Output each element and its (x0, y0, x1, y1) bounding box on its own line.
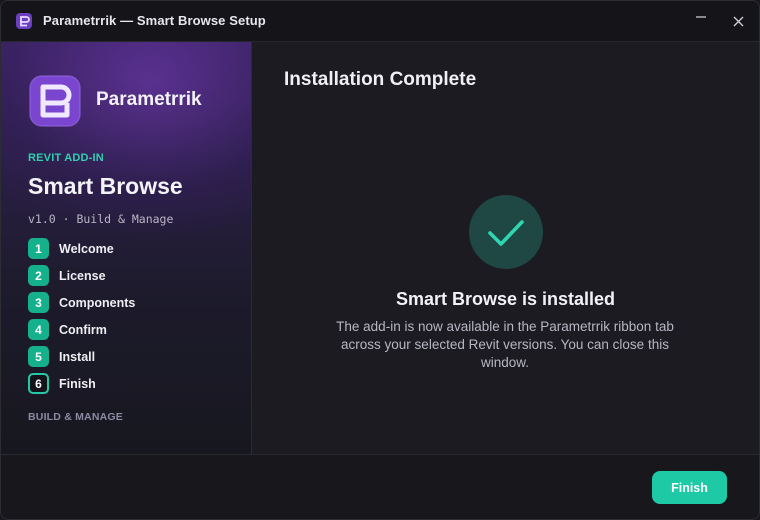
step-number: 2 (28, 265, 49, 286)
step-number: 1 (28, 238, 49, 259)
title-bar[interactable]: Parametrrik — Smart Browse Setup (1, 1, 759, 42)
step-number: 3 (28, 292, 49, 313)
step-number-current: 6 (28, 373, 49, 394)
step-welcome: 1 Welcome (28, 238, 228, 259)
product-name: Smart Browse (28, 173, 183, 199)
installer-window: Parametrrik — Smart Browse Setup Paramet… (0, 0, 760, 520)
step-label: Components (59, 295, 136, 310)
product-category: REVIT ADD-IN (28, 152, 104, 164)
step-label: Finish (59, 376, 96, 391)
close-icon[interactable] (727, 9, 751, 33)
step-label: Install (59, 349, 96, 364)
status-message: The add-in is now available in the Param… (336, 319, 674, 370)
sidebar-tagline: BUILD & MANAGE (28, 411, 123, 423)
checkmark-icon (468, 194, 544, 270)
step-finish: 6 Finish (28, 373, 228, 394)
step-install: 5 Install (28, 346, 228, 367)
step-components: 3 Components (28, 292, 228, 313)
status-title: Smart Browse is installed (395, 289, 616, 309)
step-label: License (59, 268, 106, 283)
brand-logo-icon (27, 73, 83, 129)
app-logo-icon (15, 12, 33, 30)
minimize-icon[interactable] (689, 9, 713, 33)
page-title: Installation Complete (284, 69, 477, 90)
step-number: 5 (28, 346, 49, 367)
step-confirm: 4 Confirm (28, 319, 228, 340)
sidebar: Parametrrik REVIT ADD-IN Smart Browse v1… (1, 42, 252, 454)
window-title: Parametrrik — Smart Browse Setup (43, 13, 266, 28)
step-license: 2 License (28, 265, 228, 286)
footer-bar: Finish (1, 454, 759, 519)
main-panel: Installation Complete Smart Browse is in… (252, 42, 759, 454)
version-label: v1.0 · Build & Manage (28, 212, 174, 226)
step-number: 4 (28, 319, 49, 340)
step-label: Confirm (59, 322, 107, 337)
step-label: Welcome (59, 241, 114, 256)
brand-name: Parametrrik (96, 89, 202, 110)
finish-button[interactable]: Finish (652, 471, 727, 504)
